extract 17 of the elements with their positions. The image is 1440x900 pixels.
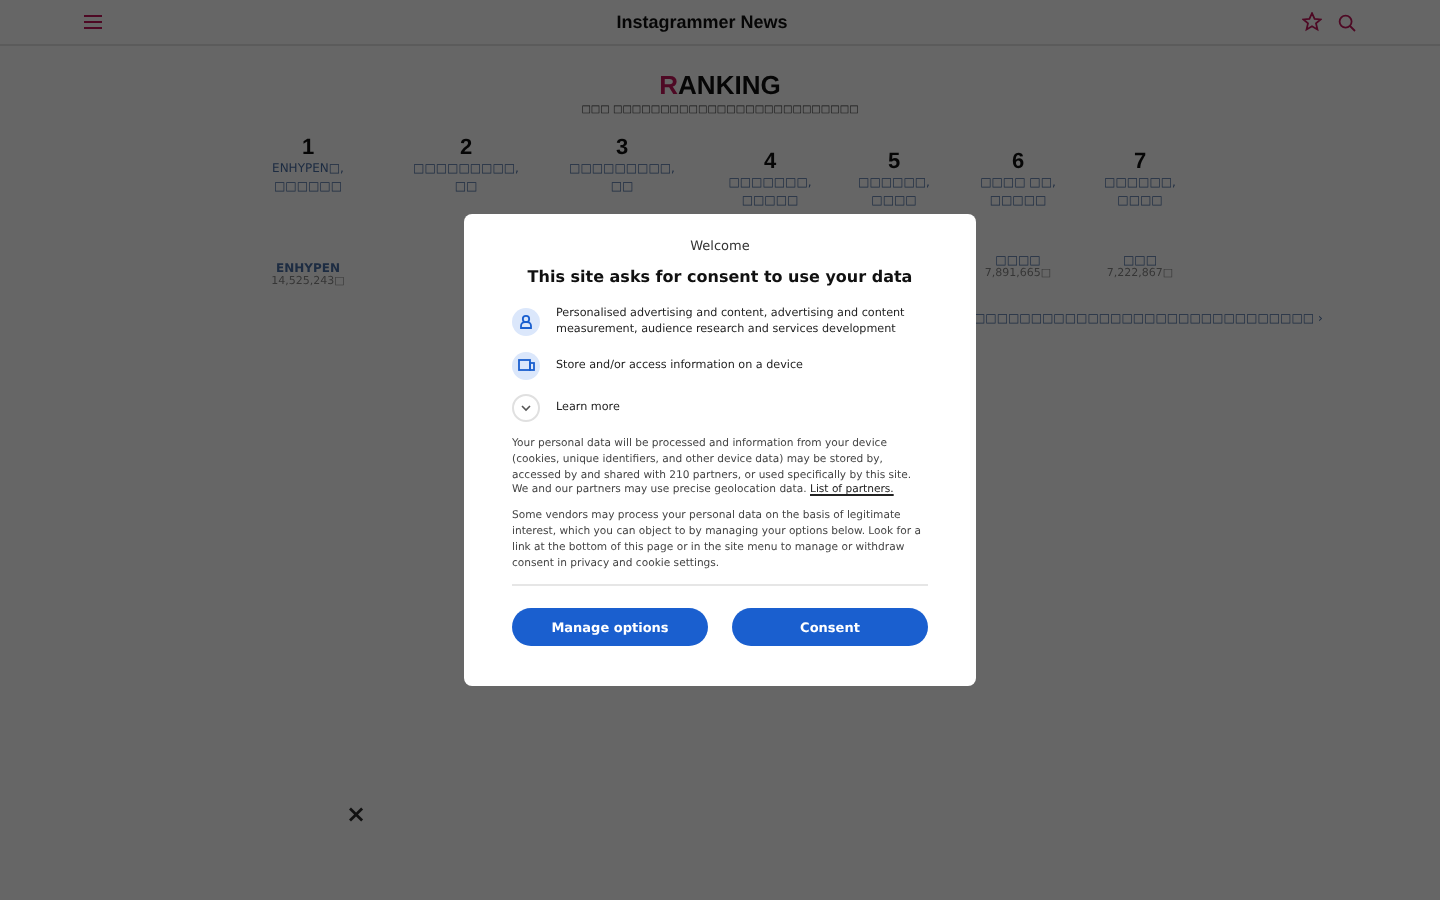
menu-icon[interactable]	[84, 14, 102, 30]
star-icon[interactable]	[1301, 12, 1322, 32]
search-icon[interactable]	[1337, 13, 1356, 31]
ranking-heading: RANKING	[659, 70, 781, 100]
rank-number: 1	[301, 136, 315, 160]
rank-number: 3	[615, 136, 629, 160]
close-button[interactable]: ×	[346, 800, 367, 828]
rank-number: 5	[887, 150, 901, 174]
device-icon	[512, 352, 540, 380]
dialog-title: This site asks for consent to use your data	[525, 268, 915, 286]
rank-number: 6	[1011, 150, 1025, 174]
rank-number: 7	[1133, 150, 1147, 174]
site-title[interactable]: Instagrammer News	[616, 12, 788, 32]
chevron-icon[interactable]	[512, 394, 540, 422]
rank-number: 4	[763, 150, 777, 174]
rank-number: 2	[459, 136, 473, 160]
person-icon	[512, 308, 540, 336]
